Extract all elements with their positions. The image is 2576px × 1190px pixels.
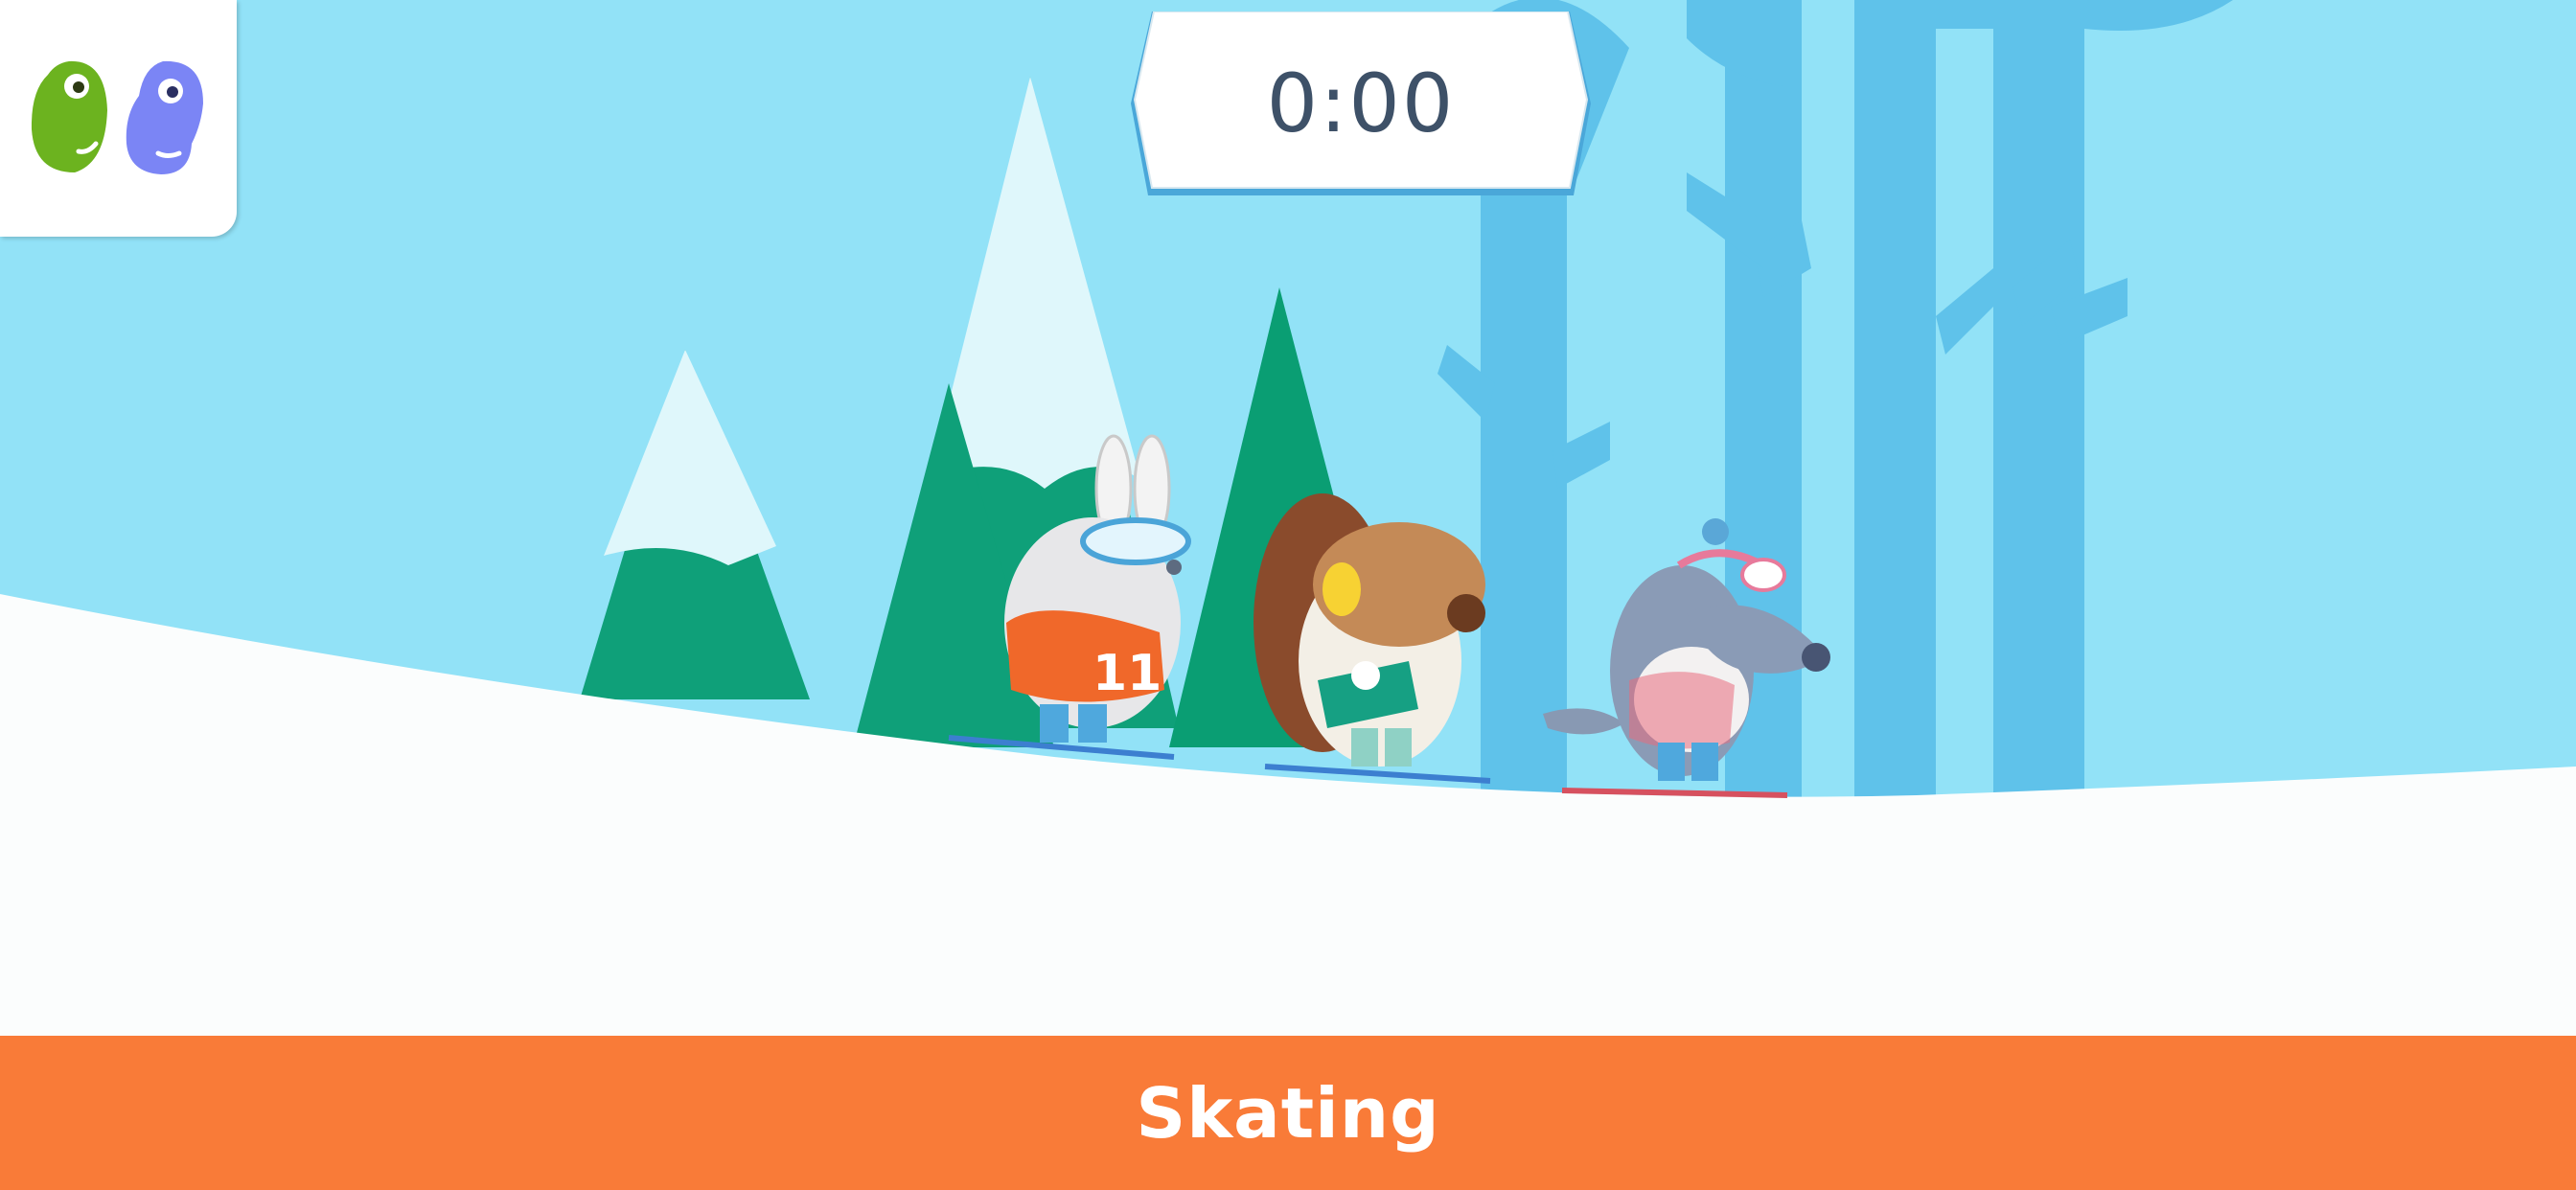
app-logo[interactable] bbox=[0, 0, 237, 237]
blue-bean-icon bbox=[126, 60, 203, 174]
wolf-skier bbox=[1543, 518, 1830, 781]
green-bean-icon bbox=[31, 60, 107, 172]
game-timer: 0:00 bbox=[1131, 11, 1591, 195]
timer-value: 0:00 bbox=[1266, 57, 1456, 150]
rabbit-skier: 11 bbox=[1004, 434, 1191, 743]
beaver-skier bbox=[1254, 493, 1485, 767]
rabbit-jersey-number: 11 bbox=[1092, 645, 1162, 702]
activity-title-bar: Skating bbox=[0, 1036, 2576, 1190]
activity-title: Skating bbox=[1136, 1072, 1440, 1154]
